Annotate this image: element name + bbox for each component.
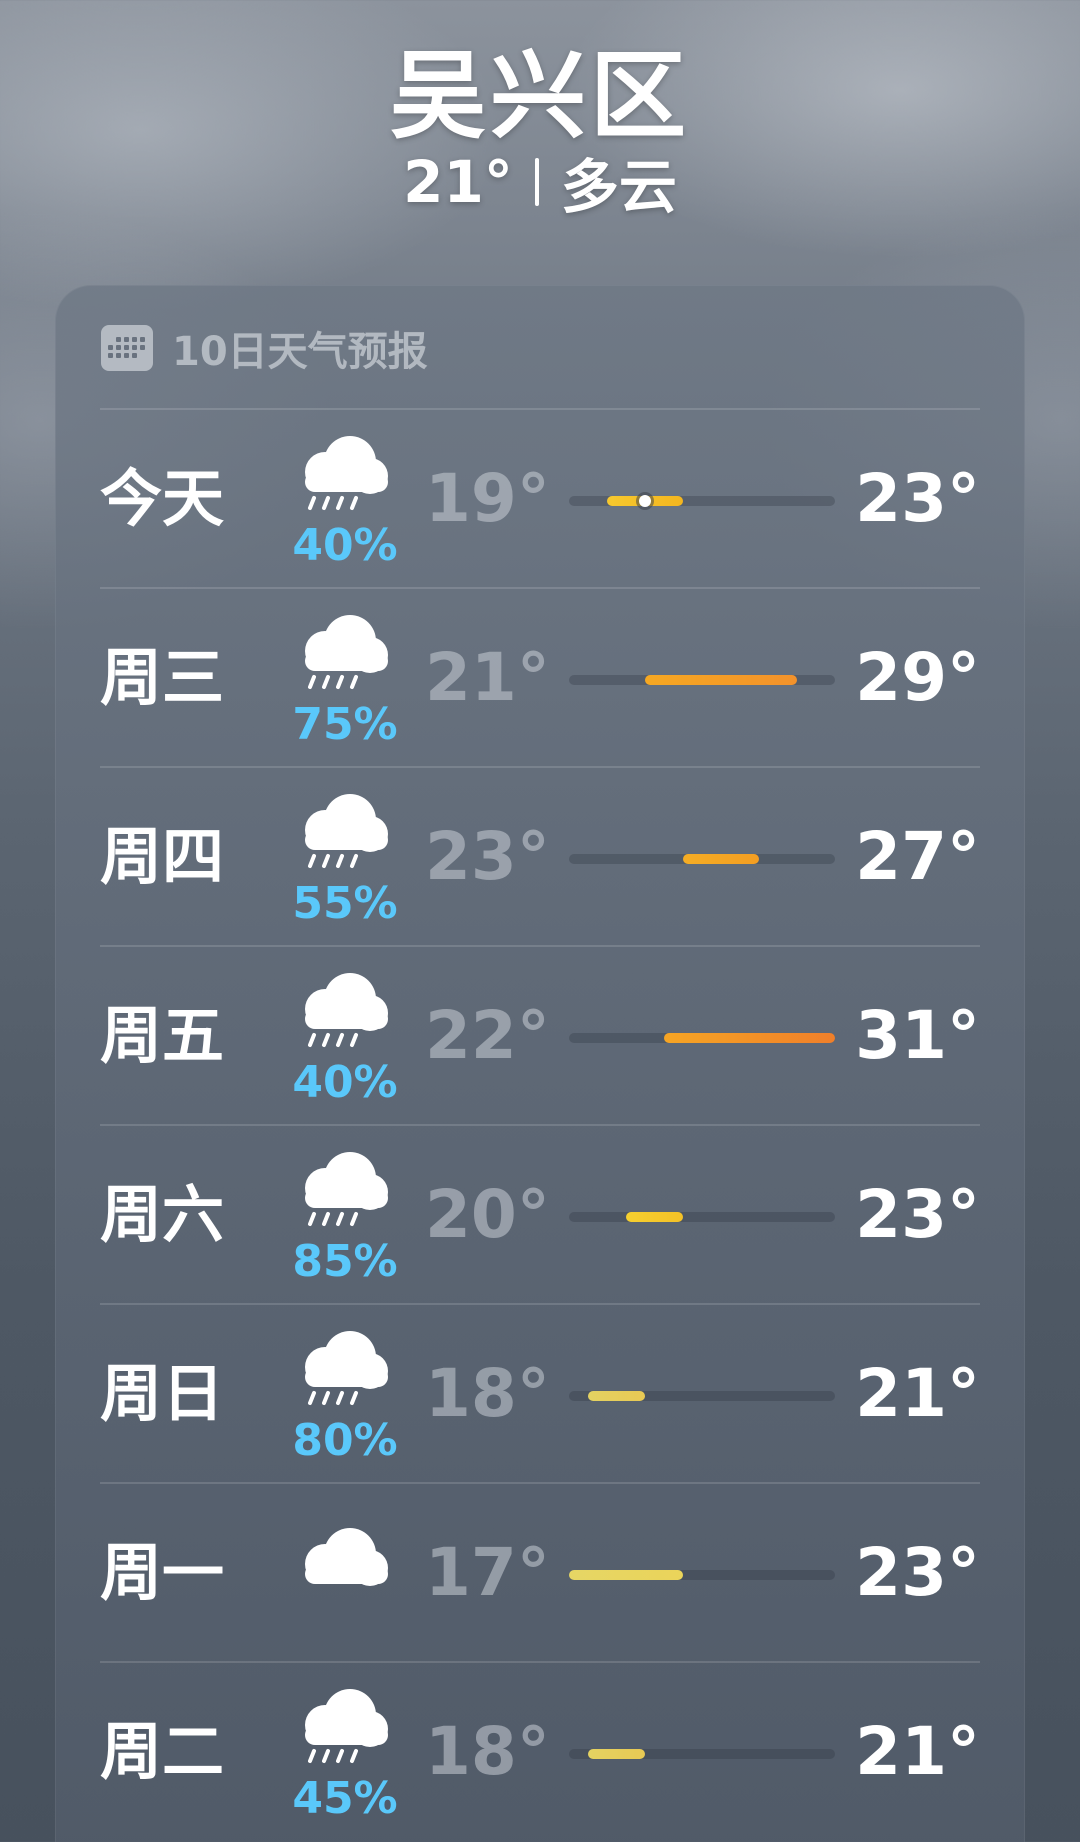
current-condition: 多云 xyxy=(560,153,677,221)
card-title: 10日天气预报 xyxy=(172,329,428,375)
precipitation-chance: 85% xyxy=(292,1236,398,1287)
weather-cell xyxy=(280,1510,410,1640)
forecast-row[interactable]: 周三 75% 21° 29° xyxy=(100,587,980,767)
calendar-icon xyxy=(101,325,153,371)
low-temperature: 21° xyxy=(425,639,550,716)
low-temperature: 22° xyxy=(425,997,550,1074)
precipitation-chance: 55% xyxy=(292,878,398,929)
city-name: 吴兴区 xyxy=(390,40,690,152)
precipitation-chance: 40% xyxy=(292,1057,398,1108)
temperature-range-bar xyxy=(569,1749,835,1759)
temperature-range-fill xyxy=(683,854,759,864)
card-header: 10日天气预报 xyxy=(100,321,428,375)
current-summary: 21° 多云 xyxy=(0,140,1080,224)
weather-cell: 85% xyxy=(280,1152,410,1287)
weather-cell: 80% xyxy=(280,1331,410,1466)
weather-cell: 75% xyxy=(280,615,410,750)
weather-cell: 40% xyxy=(280,436,410,571)
precipitation-chance: 45% xyxy=(292,1773,398,1824)
low-temperature: 18° xyxy=(425,1713,550,1790)
day-label: 周六 xyxy=(100,1178,225,1251)
low-temperature: 20° xyxy=(425,1176,550,1253)
high-temperature: 29° xyxy=(855,639,980,716)
low-temperature: 17° xyxy=(425,1534,550,1611)
forecast-row[interactable]: 周六 85% 20° 23° xyxy=(100,1124,980,1304)
temperature-range-bar xyxy=(569,675,835,685)
current-temperature-indicator xyxy=(639,495,651,507)
day-label: 周一 xyxy=(100,1536,225,1609)
forecast-row[interactable]: 今天 40% 19° 23° xyxy=(100,408,980,588)
current-temperature: 21° xyxy=(403,148,513,216)
weather-cell: 45% xyxy=(280,1689,410,1824)
forecast-row[interactable]: 周四 55% 23° 27° xyxy=(100,766,980,946)
high-temperature: 23° xyxy=(855,460,980,537)
forecast-row[interactable]: 周一 17° 23° xyxy=(100,1482,980,1662)
day-label: 周五 xyxy=(100,999,225,1072)
weather-cell: 40% xyxy=(280,973,410,1108)
ten-day-forecast-card[interactable]: 10日天气预报 今天 40% 19° 23° 周三 75% 21° 29° 周四 55% 23° 27… xyxy=(55,285,1025,1842)
forecast-row[interactable]: 周二 45% 18° 21° xyxy=(100,1661,980,1841)
temperature-range-bar xyxy=(569,1212,835,1222)
temperature-range-fill xyxy=(664,1033,835,1043)
precipitation-chance: 40% xyxy=(292,520,398,571)
temperature-range-fill xyxy=(626,1212,683,1222)
low-temperature: 23° xyxy=(425,818,550,895)
temperature-range-bar xyxy=(569,1570,835,1580)
weather-cell: 55% xyxy=(280,794,410,929)
temperature-range-bar xyxy=(569,1391,835,1401)
location-header: 吴兴区 21° 多云 xyxy=(0,0,1080,240)
day-label: 今天 xyxy=(100,462,225,535)
precipitation-chance: 75% xyxy=(292,699,398,750)
high-temperature: 31° xyxy=(855,997,980,1074)
forecast-row[interactable]: 周日 80% 18° 21° xyxy=(100,1303,980,1483)
high-temperature: 27° xyxy=(855,818,980,895)
temperature-range-bar xyxy=(569,1033,835,1043)
low-temperature: 18° xyxy=(425,1355,550,1432)
high-temperature: 23° xyxy=(855,1176,980,1253)
day-label: 周二 xyxy=(100,1715,225,1788)
day-label: 周三 xyxy=(100,641,225,714)
day-label: 周四 xyxy=(100,820,225,893)
temperature-range-fill xyxy=(645,675,797,685)
temperature-range-bar xyxy=(569,854,835,864)
high-temperature: 21° xyxy=(855,1713,980,1790)
temperature-range-fill xyxy=(569,1570,683,1580)
temperature-range-bar xyxy=(569,495,835,507)
high-temperature: 23° xyxy=(855,1534,980,1611)
precipitation-chance: 80% xyxy=(292,1415,398,1466)
day-label: 周日 xyxy=(100,1357,225,1430)
temperature-range-fill xyxy=(588,1749,645,1759)
temperature-range-fill xyxy=(588,1391,645,1401)
separator xyxy=(534,158,539,206)
high-temperature: 21° xyxy=(855,1355,980,1432)
low-temperature: 19° xyxy=(425,460,550,537)
forecast-row[interactable]: 周五 40% 22° 31° xyxy=(100,945,980,1125)
